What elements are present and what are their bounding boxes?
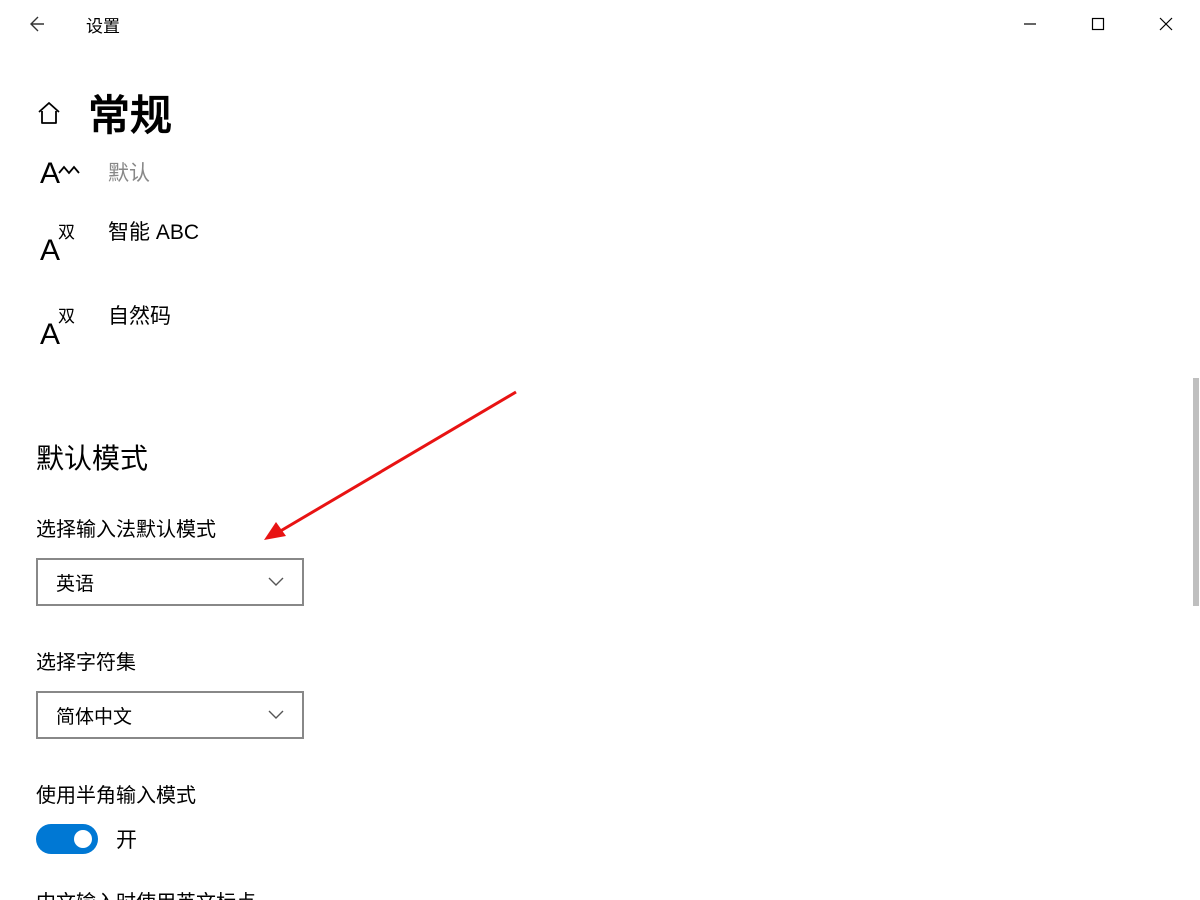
ime-label: 默认	[108, 157, 150, 187]
ime-list: A 默认 A双 智能 ABC A双 自然码	[36, 157, 1200, 367]
cutoff-label: 中文输入时使用英文标点	[36, 886, 1200, 900]
title-bar-left: 设置	[24, 12, 120, 37]
page-header: 常规	[36, 82, 1200, 143]
ime-icon: A	[40, 157, 86, 191]
window-title: 设置	[86, 12, 120, 37]
close-button[interactable]	[1132, 0, 1200, 48]
chevron-down-icon	[268, 577, 284, 587]
home-button[interactable]	[36, 100, 62, 126]
ime-item-abc[interactable]: A双 智能 ABC	[40, 199, 1200, 283]
dropdown-value: 简体中文	[56, 702, 132, 729]
ime-label: 智能 ABC	[108, 216, 199, 246]
charset-dropdown[interactable]: 简体中文	[36, 691, 304, 739]
charset-label: 选择字符集	[36, 646, 1200, 675]
section-title-default-mode: 默认模式	[36, 437, 1200, 477]
halfwidth-toggle-row: 开	[36, 824, 1200, 854]
close-icon	[1159, 17, 1173, 31]
toggle-state-label: 开	[116, 824, 137, 854]
halfwidth-label: 使用半角输入模式	[36, 779, 1200, 808]
home-icon	[36, 100, 62, 126]
dropdown-value: 英语	[56, 569, 94, 596]
ime-item-default[interactable]: A 默认	[40, 157, 1200, 199]
ime-label: 自然码	[108, 300, 171, 330]
page-title: 常规	[88, 82, 172, 143]
window-controls	[996, 0, 1200, 48]
maximize-icon	[1091, 17, 1105, 31]
back-arrow-icon	[26, 14, 46, 34]
chevron-down-icon	[268, 710, 284, 720]
ime-item-nature[interactable]: A双 自然码	[40, 283, 1200, 367]
title-bar: 设置	[0, 0, 1200, 48]
ime-icon: A双	[40, 308, 86, 342]
scrollbar-thumb[interactable]	[1193, 378, 1199, 606]
toggle-thumb	[74, 830, 92, 848]
minimize-icon	[1023, 17, 1037, 31]
input-mode-dropdown[interactable]: 英语	[36, 558, 304, 606]
maximize-button[interactable]	[1064, 0, 1132, 48]
halfwidth-toggle[interactable]	[36, 824, 98, 854]
minimize-button[interactable]	[996, 0, 1064, 48]
input-mode-label: 选择输入法默认模式	[36, 513, 1200, 542]
main-content: 常规 A 默认 A双 智能 ABC A双 自然码 默认模式 选择输入法默认模式 …	[0, 48, 1200, 900]
back-button[interactable]	[24, 12, 48, 36]
ime-icon: A双	[40, 224, 86, 258]
